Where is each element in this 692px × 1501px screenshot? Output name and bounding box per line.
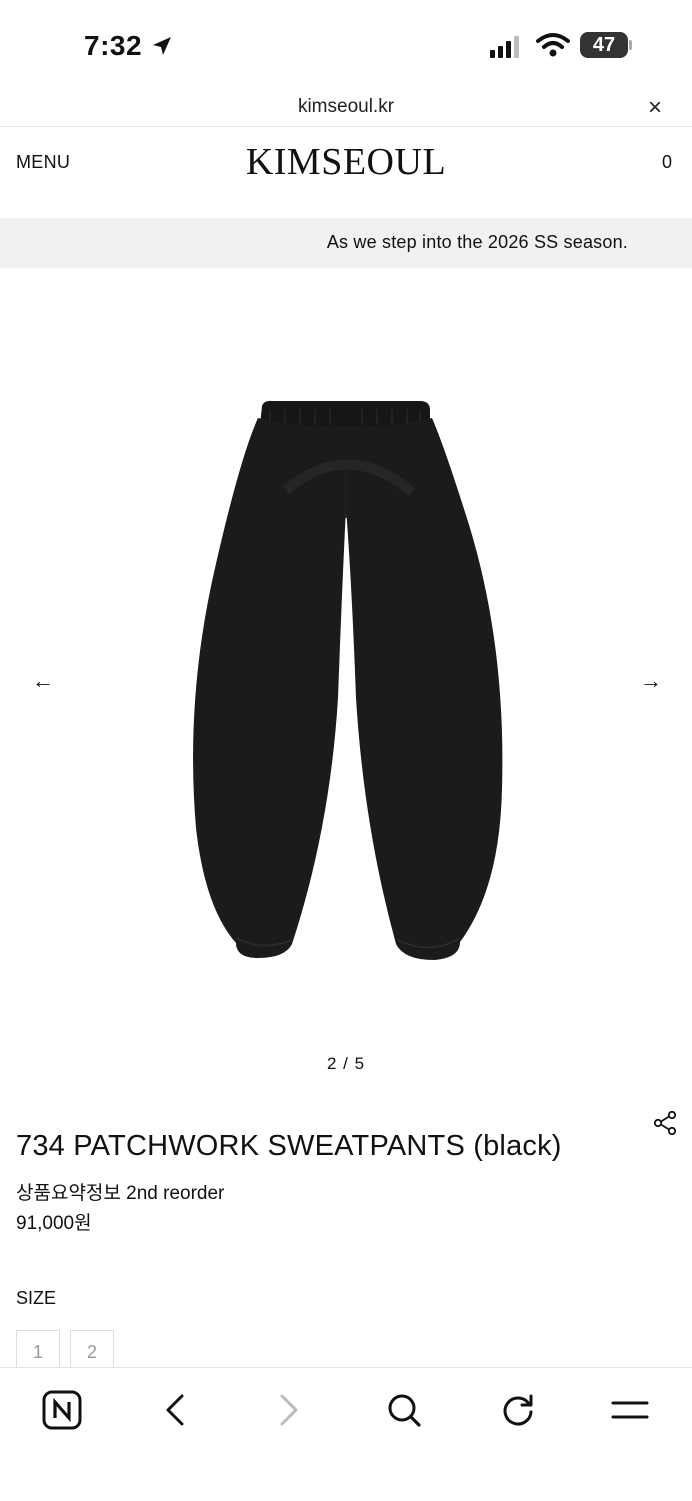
- product-subtitle: 상품요약정보 2nd reorder: [16, 1183, 225, 1204]
- battery-tip: [629, 40, 632, 50]
- share-icon[interactable]: [652, 1110, 678, 1136]
- product-gallery[interactable]: ← →: [0, 268, 692, 1088]
- reload-icon[interactable]: [498, 1390, 538, 1430]
- size-label: SIZE: [16, 1288, 57, 1308]
- cellular-signal-icon: [490, 36, 519, 58]
- search-icon[interactable]: [384, 1390, 424, 1430]
- naver-home-icon[interactable]: [42, 1390, 82, 1430]
- url-label[interactable]: kimseoul.kr: [0, 96, 692, 118]
- size-option-1[interactable]: 1: [16, 1330, 60, 1370]
- wifi-icon: [536, 33, 570, 57]
- product-title: 734 PATCHWORK SWEATPANTS (black): [16, 1130, 562, 1162]
- image-counter: 2 / 5: [326, 1054, 366, 1073]
- site-logo[interactable]: KIMSEOUL: [0, 140, 692, 184]
- menu-icon[interactable]: [610, 1390, 650, 1430]
- location-arrow-icon: [153, 37, 171, 55]
- notice-banner[interactable]: As we step into the 2026 SS season.: [0, 218, 692, 268]
- cart-count[interactable]: 0: [662, 152, 672, 173]
- next-image-button[interactable]: →: [640, 668, 662, 694]
- forward-icon[interactable]: [274, 1390, 304, 1430]
- back-icon[interactable]: [160, 1390, 190, 1430]
- notice-text: As we step into the 2026 SS season.: [326, 232, 628, 252]
- size-option-2[interactable]: 2: [70, 1330, 114, 1370]
- close-icon[interactable]: ×: [648, 94, 662, 122]
- browser-toolbar: [0, 1367, 692, 1501]
- battery-indicator: 47: [580, 32, 628, 58]
- divider: [0, 126, 692, 127]
- prev-image-button[interactable]: ←: [32, 668, 54, 694]
- status-time: 7:32: [84, 30, 143, 61]
- product-price: 91,000원: [16, 1213, 92, 1234]
- product-image: [193, 400, 503, 960]
